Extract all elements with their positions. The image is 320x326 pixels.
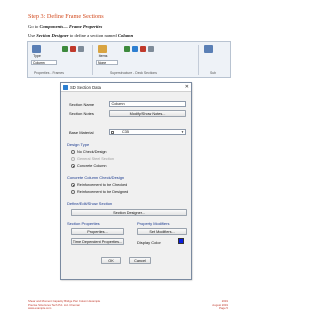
copy-deck-icon[interactable] bbox=[132, 46, 138, 52]
close-icon[interactable]: ✕ bbox=[185, 84, 189, 90]
add-icon[interactable] bbox=[62, 46, 68, 52]
base-material-select[interactable]: C35 ▼ bbox=[109, 129, 186, 135]
radio-reinforcement-designed[interactable] bbox=[71, 190, 75, 194]
instruction-1-prefix: Go to bbox=[28, 24, 40, 29]
concrete-column-header: Concrete Column Check/Design bbox=[67, 175, 125, 180]
general-steel-section-label: General Steel Section bbox=[77, 157, 114, 161]
substructure-icon[interactable] bbox=[204, 45, 213, 53]
sd-section-data-dialog: SD Section Data ✕ Section Name Column Se… bbox=[60, 82, 192, 280]
instruction-2-middle: to define a section named bbox=[68, 33, 118, 38]
delete-deck-icon[interactable] bbox=[140, 46, 146, 52]
display-color-label: Display Color bbox=[137, 240, 161, 245]
ribbon-items-label[interactable]: Items bbox=[96, 54, 110, 58]
section-name-input[interactable]: Column bbox=[109, 101, 186, 107]
dialog-title: SD Section Data bbox=[70, 85, 101, 90]
footer-right-line-3: Page 5 bbox=[219, 306, 228, 311]
chevron-down-icon: ▼ bbox=[181, 130, 184, 134]
ribbon-group-properties: Properties - Frames bbox=[34, 71, 64, 75]
reinforcement-designed-label: Reinforcement to be Designed bbox=[77, 190, 129, 194]
app-icon bbox=[63, 85, 68, 90]
dialog-titlebar: SD Section Data ✕ bbox=[61, 83, 191, 92]
design-type-header: Design Type bbox=[67, 142, 90, 147]
no-check-design-label: No Check/Design bbox=[77, 150, 107, 154]
display-color-swatch[interactable] bbox=[178, 238, 184, 244]
set-modifiers-button[interactable]: Set Modifiers... bbox=[137, 228, 187, 235]
material-color-chip bbox=[111, 131, 114, 134]
base-material-label: Base Material bbox=[69, 130, 94, 135]
ribbon-group-superstructure: Superstructure - Deck Sections bbox=[110, 71, 157, 75]
ribbon-toolbar: Type Column Properties - Frames Items No… bbox=[27, 41, 231, 78]
type-icon[interactable] bbox=[32, 45, 41, 53]
define-edit-show-header: Define/Edit/Show Section bbox=[67, 201, 113, 206]
base-material-value: C35 bbox=[122, 130, 129, 134]
instruction-2-section: Column bbox=[117, 33, 134, 38]
ribbon-type-label[interactable]: Type bbox=[31, 54, 43, 58]
ribbon-separator bbox=[198, 45, 199, 75]
radio-concrete-column[interactable] bbox=[71, 164, 75, 168]
modify-notes-button[interactable]: Modify/Show Notes... bbox=[109, 110, 186, 117]
section-notes-label: Section Notes bbox=[69, 111, 94, 116]
footer-right: 2019 August 2019 Page 5 bbox=[204, 299, 228, 311]
modify-deck-icon[interactable] bbox=[148, 46, 154, 52]
time-dependent-properties-button[interactable]: Time Dependent Properties... bbox=[71, 238, 124, 245]
instruction-line-2: Use Section Designer to define a section… bbox=[28, 33, 133, 38]
radio-general-steel-section bbox=[71, 157, 75, 161]
cancel-button[interactable]: Cancel bbox=[129, 257, 151, 264]
properties-button[interactable]: Properties... bbox=[71, 228, 124, 235]
instruction-2-tool: Section Designer bbox=[36, 33, 69, 38]
ok-button[interactable]: OK bbox=[101, 257, 121, 264]
step-title: Step 3: Define Frame Sections bbox=[28, 13, 104, 20]
radio-no-check-design[interactable] bbox=[71, 150, 75, 154]
section-properties-header: Section Properties bbox=[67, 221, 100, 226]
add-deck-icon[interactable] bbox=[124, 46, 130, 52]
ribbon-group-sub: Sub bbox=[210, 71, 217, 75]
modify-icon[interactable] bbox=[78, 46, 84, 52]
none-combo[interactable]: None bbox=[96, 60, 118, 65]
instruction-1-path: Components— Frame Properties bbox=[39, 24, 103, 29]
reinforcement-checked-label: Reinforcement to be Checked bbox=[77, 183, 128, 187]
footer-left-line-3: www.example.com bbox=[28, 306, 52, 311]
ribbon-separator bbox=[92, 45, 93, 75]
property-modifiers-header: Property Modifiers bbox=[137, 221, 170, 226]
instruction-line-1: Go to Components— Frame Properties bbox=[28, 24, 102, 29]
footer-left: Shear and Moment Capacity Bridge Pier Co… bbox=[28, 299, 100, 311]
deck-icon[interactable] bbox=[98, 45, 107, 53]
column-combo[interactable]: Column bbox=[31, 60, 57, 65]
concrete-column-label: Concrete Column bbox=[77, 164, 107, 168]
section-name-label: Section Name bbox=[69, 102, 95, 107]
section-designer-button[interactable]: Section Designer... bbox=[71, 209, 187, 216]
delete-icon[interactable] bbox=[70, 46, 76, 52]
radio-reinforcement-checked[interactable] bbox=[71, 183, 75, 187]
